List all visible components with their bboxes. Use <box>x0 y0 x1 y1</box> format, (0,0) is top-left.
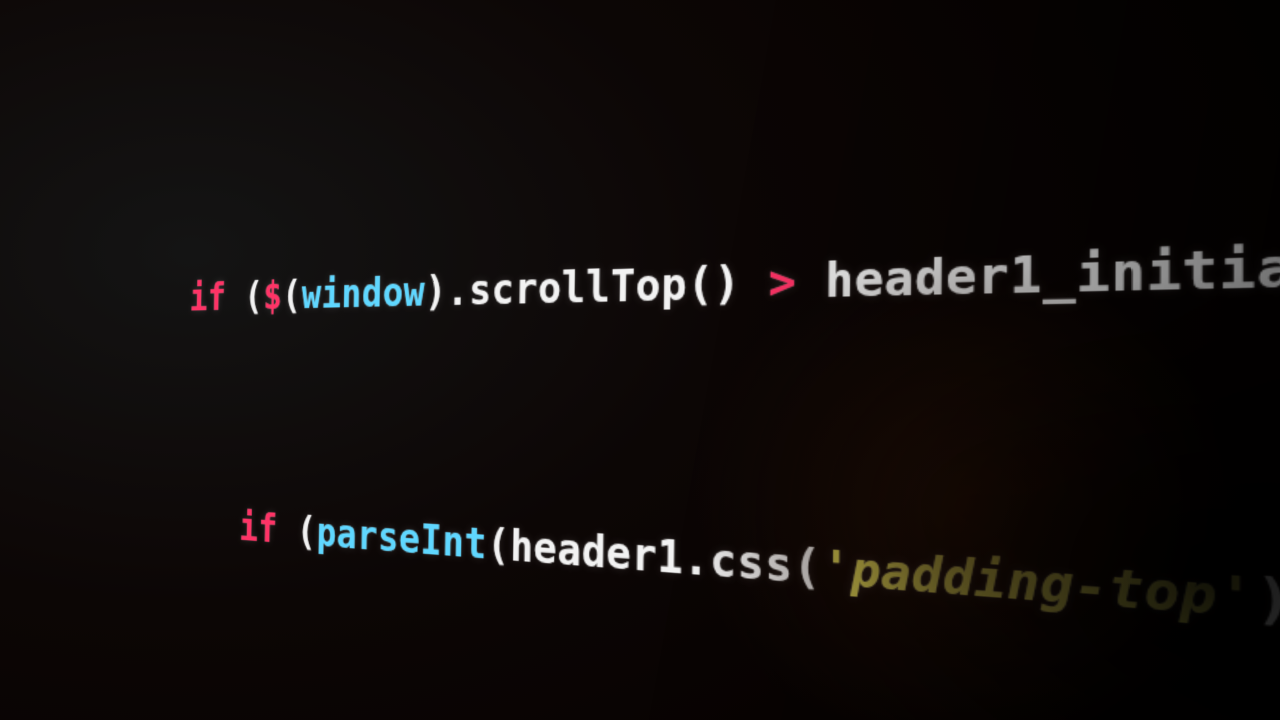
code-line: if (parseInt(header1.css('padding-top'),… <box>0 483 1280 720</box>
code-line: + header0_initialPadding + 'px'); <box>0 0 1280 126</box>
photo-of-screen: + header0_initialPadding + 'px'); if ($(… <box>0 0 1280 720</box>
code-editor-surface: + header0_initialPadding + 'px'); if ($(… <box>0 0 1280 720</box>
code-line: header1.css('padding-top', '' + $(window… <box>0 689 1280 720</box>
